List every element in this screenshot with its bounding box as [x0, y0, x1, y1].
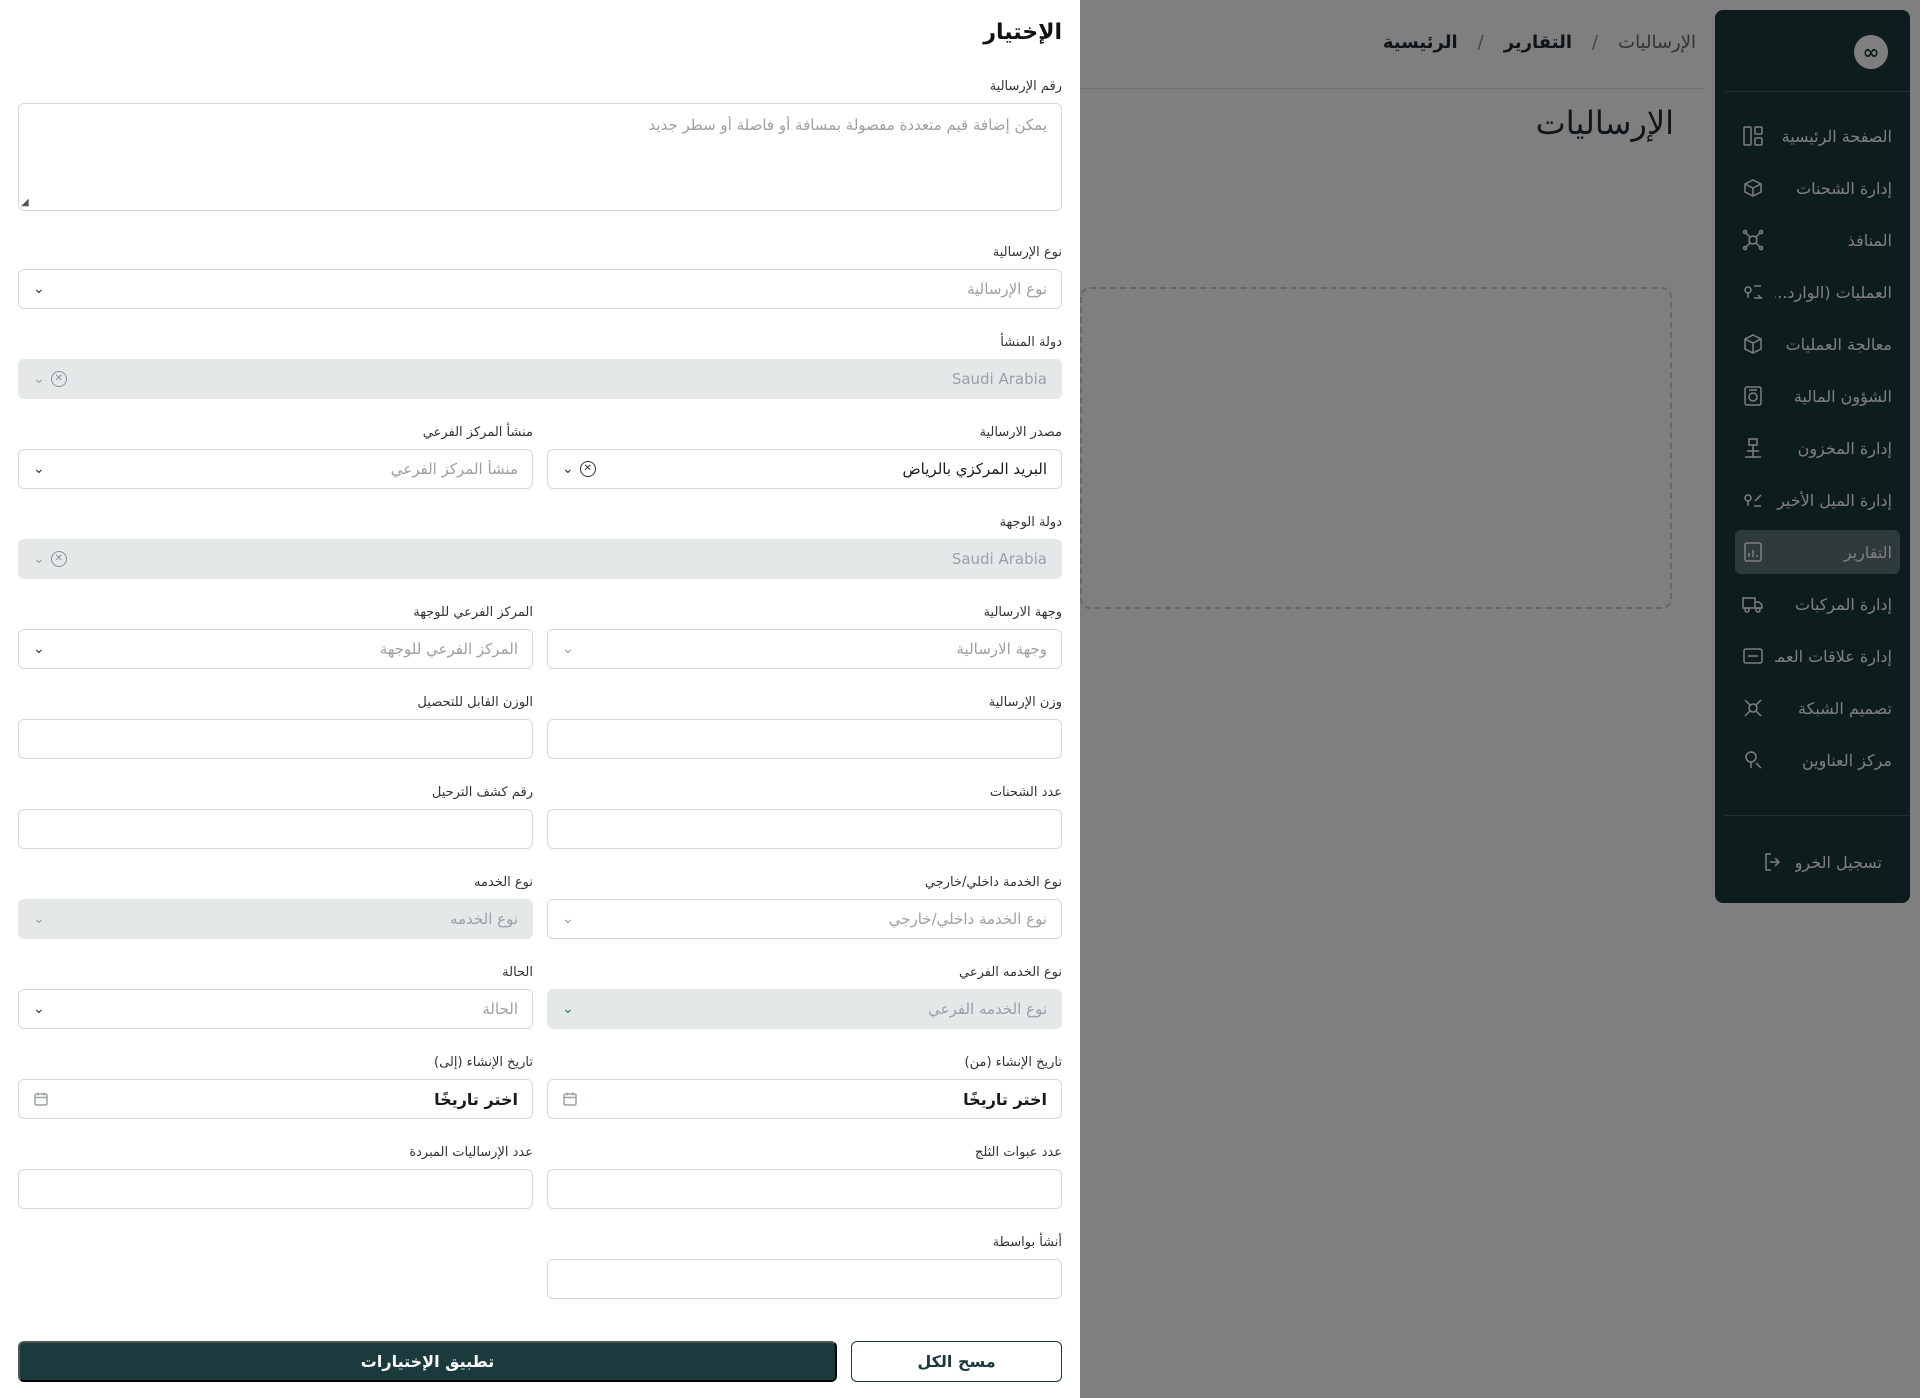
- manifest-number-input[interactable]: [18, 809, 533, 849]
- branch-destination-select[interactable]: المركز الفرعي للوجهة ⌄: [18, 629, 533, 669]
- created-by-field: أنشأ بواسطة: [547, 1235, 1062, 1299]
- placeholder-text: المركز الفرعي للوجهة: [379, 640, 518, 658]
- destination-country-select: Saudi Arabia ✕ ⌄: [18, 539, 1062, 579]
- manifest-number-field: رقم كشف الترحيل: [18, 785, 533, 849]
- clear-all-button[interactable]: مسح الكل: [851, 1341, 1062, 1382]
- chevron-down-icon: ⌄: [33, 911, 45, 927]
- service-type-field: نوع الخدمه نوع الخدمه ⌄: [18, 875, 533, 939]
- ice-packs-input[interactable]: [547, 1169, 1062, 1209]
- field-label: مصدر الارسالية: [979, 425, 1062, 440]
- field-label: عدد الإرساليات المبردة: [409, 1145, 533, 1160]
- field-label: رقم كشف الترحيل: [431, 785, 533, 800]
- chevron-down-icon: ⌄: [562, 461, 574, 477]
- chilled-shipments-input[interactable]: [18, 1169, 533, 1209]
- created-by-input[interactable]: [547, 1259, 1062, 1299]
- field-label: نوع الخدمة داخلي/خارجي: [924, 875, 1062, 890]
- field-label: دولة المنشأ: [1000, 335, 1062, 350]
- shipment-type-select[interactable]: نوع الإرسالية ⌄: [18, 269, 1062, 309]
- branch-destination-field: المركز الفرعي للوجهة المركز الفرعي للوجه…: [18, 605, 533, 669]
- field-label: رقم الإرسالية: [989, 79, 1062, 94]
- clear-icon: ✕: [50, 371, 67, 387]
- created-from-field: تاريخ الإنشاء (من) اختر تاريخًا: [547, 1055, 1062, 1119]
- field-label: عدد الشحنات: [989, 785, 1062, 800]
- destination-country-field: دولة الوجهة Saudi Arabia ✕ ⌄: [18, 515, 1062, 579]
- clear-icon: ✕: [50, 551, 67, 567]
- shipment-source-field: مصدر الارسالية البريد المركزي بالرياض ✕ …: [547, 425, 1062, 489]
- drawer-title: الإختيار: [983, 20, 1062, 45]
- filter-drawer: الإختيار رقم الإرسالية يمكن إضافة قيم مت…: [0, 0, 1080, 1398]
- service-scope-select[interactable]: نوع الخدمة داخلي/خارجي ⌄: [547, 899, 1062, 939]
- placeholder-text: وجهة الارسالية: [956, 640, 1047, 658]
- field-label: المركز الفرعي للوجهة: [413, 605, 533, 620]
- chevron-down-icon: ⌄: [33, 1001, 45, 1017]
- placeholder-text: الحالة: [482, 1000, 518, 1018]
- field-label: تاريخ الإنشاء (من): [964, 1055, 1062, 1070]
- field-label: الحالة: [502, 965, 533, 980]
- branch-origin-field: منشأ المركز الفرعي منشأ المركز الفرعي ⌄: [18, 425, 533, 489]
- chargeable-weight-input[interactable]: [18, 719, 533, 759]
- chevron-down-icon: ⌄: [562, 1001, 574, 1017]
- service-subtype-field: نوع الخدمه الفرعي نوع الخدمه الفرعي ⌄: [547, 965, 1062, 1029]
- chevron-down-icon: ⌄: [33, 551, 45, 567]
- field-label: وجهة الارسالية: [983, 605, 1062, 620]
- field-label: تاريخ الإنشاء (إلى): [434, 1055, 533, 1070]
- chilled-shipments-field: عدد الإرساليات المبردة: [18, 1145, 533, 1209]
- field-label: منشأ المركز الفرعي: [422, 425, 533, 440]
- date-value: اختر تاريخًا: [434, 1089, 518, 1109]
- calendar-icon: [33, 1091, 49, 1107]
- parcels-count-input[interactable]: [547, 809, 1062, 849]
- created-from-datepicker[interactable]: اختر تاريخًا: [547, 1079, 1062, 1119]
- apply-filters-button[interactable]: تطبيق الإختيارات: [18, 1341, 837, 1382]
- status-select[interactable]: الحالة ⌄: [18, 989, 533, 1029]
- calendar-icon: [562, 1091, 578, 1107]
- placeholder-text: نوع الخدمه الفرعي: [928, 1000, 1047, 1018]
- field-label: الوزن القابل للتحصيل: [417, 695, 533, 710]
- created-to-datepicker[interactable]: اختر تاريخًا: [18, 1079, 533, 1119]
- shipment-number-field: رقم الإرسالية يمكن إضافة قيم متعددة مفصو…: [18, 79, 1062, 219]
- branch-origin-select[interactable]: منشأ المركز الفرعي ⌄: [18, 449, 533, 489]
- origin-country-select: Saudi Arabia ✕ ⌄: [18, 359, 1062, 399]
- shipment-destination-select[interactable]: وجهة الارسالية ⌄: [547, 629, 1062, 669]
- status-field: الحالة الحالة ⌄: [18, 965, 533, 1029]
- chevron-down-icon: ⌄: [33, 371, 45, 387]
- shipment-number-textarea[interactable]: يمكن إضافة قيم متعددة مفصولة بمسافة أو ف…: [18, 103, 1062, 211]
- chevron-down-icon: ⌄: [33, 281, 45, 297]
- shipment-weight-field: وزن الإرسالية: [547, 695, 1062, 759]
- placeholder-text: يمكن إضافة قيم متعددة مفصولة بمسافة أو ف…: [648, 116, 1047, 134]
- chargeable-weight-field: الوزن القابل للتحصيل: [18, 695, 533, 759]
- created-to-field: تاريخ الإنشاء (إلى) اختر تاريخًا: [18, 1055, 533, 1119]
- field-label: نوع الإرسالية: [992, 245, 1062, 260]
- selected-value: Saudi Arabia: [951, 550, 1047, 568]
- clear-icon[interactable]: ✕: [579, 461, 596, 477]
- placeholder-text: نوع الإرسالية: [967, 280, 1047, 298]
- field-label: أنشأ بواسطة: [992, 1235, 1062, 1250]
- placeholder-text: منشأ المركز الفرعي: [390, 460, 518, 478]
- field-label: عدد عبوات الثلج: [974, 1145, 1062, 1160]
- shipment-source-select[interactable]: البريد المركزي بالرياض ✕ ⌄: [547, 449, 1062, 489]
- ice-packs-field: عدد عبوات الثلج: [547, 1145, 1062, 1209]
- resize-handle-icon[interactable]: ◢: [21, 197, 29, 208]
- field-label: وزن الإرسالية: [988, 695, 1062, 710]
- placeholder-text: نوع الخدمه: [449, 910, 518, 928]
- shipment-type-field: نوع الإرسالية نوع الإرسالية ⌄: [18, 245, 1062, 309]
- parcels-count-field: عدد الشحنات: [547, 785, 1062, 849]
- chevron-down-icon: ⌄: [562, 641, 574, 657]
- shipment-destination-field: وجهة الارسالية وجهة الارسالية ⌄: [547, 605, 1062, 669]
- field-label: نوع الخدمه الفرعي: [959, 965, 1062, 980]
- placeholder-text: نوع الخدمة داخلي/خارجي: [888, 910, 1047, 928]
- service-subtype-select: نوع الخدمه الفرعي ⌄: [547, 989, 1062, 1029]
- field-label: دولة الوجهة: [999, 515, 1062, 530]
- chevron-down-icon: ⌄: [33, 461, 45, 477]
- service-type-select: نوع الخدمه ⌄: [18, 899, 533, 939]
- chevron-down-icon: ⌄: [562, 911, 574, 927]
- service-scope-field: نوع الخدمة داخلي/خارجي نوع الخدمة داخلي/…: [547, 875, 1062, 939]
- selected-value: البريد المركزي بالرياض: [902, 460, 1047, 478]
- chevron-down-icon: ⌄: [33, 641, 45, 657]
- field-label: نوع الخدمه: [474, 875, 533, 890]
- date-value: اختر تاريخًا: [963, 1089, 1047, 1109]
- origin-country-field: دولة المنشأ Saudi Arabia ✕ ⌄: [18, 335, 1062, 399]
- selected-value: Saudi Arabia: [951, 370, 1047, 388]
- shipment-weight-input[interactable]: [547, 719, 1062, 759]
